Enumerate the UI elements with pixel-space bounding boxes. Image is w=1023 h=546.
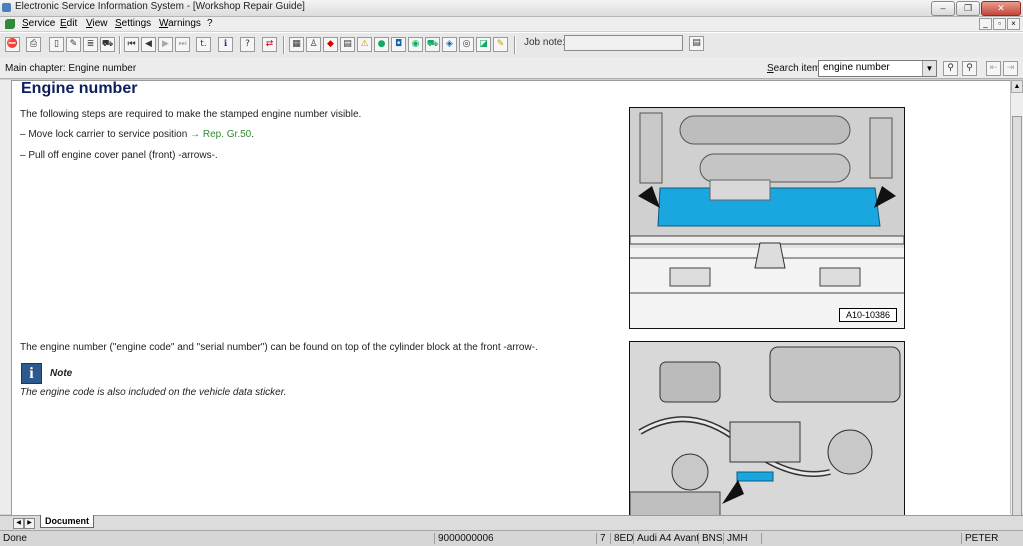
tool-icon-1[interactable]: ▦ bbox=[289, 37, 304, 52]
status-vehicle: Audi A4 Avant bbox=[633, 533, 699, 544]
tool-icon-10[interactable]: ◈ bbox=[442, 37, 457, 52]
expand-icon[interactable]: ⇥ bbox=[1003, 61, 1018, 76]
menu-edit[interactable]: Edit bbox=[60, 18, 77, 29]
left-gutter bbox=[0, 80, 11, 514]
minimize-button[interactable]: – bbox=[931, 1, 955, 16]
service-book-icon bbox=[5, 19, 15, 29]
figure-label: A10-10386 bbox=[838, 308, 897, 322]
status-gearbox-code: JMH bbox=[723, 533, 761, 544]
search-options-icon[interactable]: ⚲ bbox=[962, 61, 977, 76]
note-title: Note bbox=[50, 368, 73, 379]
previous-page-icon[interactable]: ◀ bbox=[141, 37, 156, 52]
vertical-scrollbar[interactable]: ▲ bbox=[1010, 80, 1023, 538]
search-value: engine number bbox=[823, 62, 890, 73]
intro-text: The following steps are required to make… bbox=[20, 109, 362, 120]
vehicle-icon[interactable]: ⛟ bbox=[100, 37, 115, 52]
cylinder-block-figure bbox=[629, 341, 905, 515]
tool-icon-13[interactable]: ✎ bbox=[493, 37, 508, 52]
search-combo[interactable]: engine number ▼ bbox=[818, 60, 937, 77]
tool-icon-9[interactable]: ⛟ bbox=[425, 37, 440, 52]
last-page-icon[interactable]: ⏭ bbox=[175, 37, 190, 52]
tab-prev-icon[interactable]: ▶ bbox=[24, 518, 35, 529]
scroll-up-icon[interactable]: ▲ bbox=[1011, 80, 1023, 93]
status-field-1: 7 bbox=[596, 533, 608, 544]
repair-group-link[interactable]: → Rep. Gr.50 bbox=[190, 129, 251, 140]
tab-bar: ◀ ▶ bbox=[0, 515, 1023, 530]
step-1-suffix: . bbox=[251, 129, 254, 140]
engine-number-text: The engine number ("engine code" and "se… bbox=[20, 342, 538, 353]
tool-icon-11[interactable]: ◎ bbox=[459, 37, 474, 52]
swap-icon[interactable]: ⇄ bbox=[262, 37, 277, 52]
close-button[interactable]: ✕ bbox=[981, 1, 1021, 16]
status-field-2: 8ED bbox=[610, 533, 633, 544]
edit-document-icon[interactable]: ✎ bbox=[66, 37, 81, 52]
chevron-down-icon[interactable]: ▼ bbox=[922, 61, 936, 76]
note-info-icon: i bbox=[21, 363, 42, 384]
menu-view[interactable]: View bbox=[86, 18, 108, 29]
status-number: 9000000006 bbox=[434, 533, 596, 544]
status-user: PETER bbox=[961, 533, 1023, 544]
next-page-icon[interactable]: ▶ bbox=[158, 37, 173, 52]
title-bar: Electronic Service Information System - … bbox=[0, 0, 1023, 17]
tool-icon-3[interactable]: ◆ bbox=[323, 37, 338, 52]
main-chapter-label: Main chapter: Engine number bbox=[5, 63, 137, 74]
engine-cover-illustration bbox=[630, 108, 904, 328]
status-engine-code: BNS bbox=[698, 533, 723, 544]
globe-icon[interactable]: ● bbox=[374, 37, 389, 52]
tab-first-icon[interactable]: ◀ bbox=[13, 518, 24, 529]
note-text: The engine code is also included on the … bbox=[20, 387, 287, 398]
tool-icon-8[interactable]: ◉ bbox=[408, 37, 423, 52]
tool-icon-7[interactable]: ◘ bbox=[391, 37, 406, 52]
tab-document[interactable]: Document bbox=[40, 515, 94, 528]
menu-settings[interactable]: Settings bbox=[115, 18, 151, 29]
mdi-minimize-button[interactable]: _ bbox=[979, 18, 992, 30]
back-icon[interactable]: t. bbox=[196, 37, 211, 52]
menu-warnings[interactable]: Warnings bbox=[159, 18, 201, 29]
step-1-text: – Move lock carrier to service position bbox=[20, 129, 188, 140]
toolbar: ⛔ ⎙ ▯ ✎ ≣ ⛟ ⏮ ◀ ▶ ⏭ t. ℹ ? ⇄ ▦ ♙ ◆ ▤ ⚠ ●… bbox=[0, 32, 1023, 58]
new-document-icon[interactable]: ▯ bbox=[49, 37, 64, 52]
menu-service[interactable]: Service bbox=[22, 18, 55, 29]
app-icon bbox=[2, 3, 11, 12]
first-page-icon[interactable]: ⏮ bbox=[124, 37, 139, 52]
engine-cover-figure: A10-10386 bbox=[629, 107, 905, 329]
job-note-icon[interactable]: ▤ bbox=[689, 36, 704, 51]
scroll-thumb[interactable] bbox=[1012, 116, 1022, 538]
help-icon[interactable]: ? bbox=[240, 37, 255, 52]
restore-button[interactable]: ❐ bbox=[956, 1, 980, 16]
mdi-restore-button[interactable]: ▫ bbox=[993, 18, 1006, 30]
document-content: Engine number The following steps are re… bbox=[11, 80, 1011, 515]
info-icon[interactable]: ℹ bbox=[218, 37, 233, 52]
cylinder-block-illustration bbox=[630, 346, 901, 515]
print-icon[interactable]: ⎙ bbox=[26, 37, 41, 52]
tool-icon-12[interactable]: ◪ bbox=[476, 37, 491, 52]
status-spacer bbox=[761, 533, 961, 544]
page-title: Engine number bbox=[21, 80, 138, 97]
job-note-label: Job note: bbox=[524, 37, 566, 48]
document-list-icon[interactable]: ≣ bbox=[83, 37, 98, 52]
tool-icon-2[interactable]: ♙ bbox=[306, 37, 321, 52]
menu-bar: Service Edit View Settings Warnings ? _ … bbox=[0, 17, 1023, 31]
step-2: – Pull off engine cover panel (front) -a… bbox=[20, 150, 218, 161]
mdi-close-button[interactable]: × bbox=[1007, 18, 1020, 30]
search-binoculars-icon[interactable]: ⚲ bbox=[943, 61, 958, 76]
status-bar: Done 9000000006 7 8ED Audi A4 Avant BNS … bbox=[0, 530, 1023, 546]
step-1: – Move lock carrier to service position … bbox=[20, 129, 254, 140]
window-title: Electronic Service Information System - … bbox=[15, 1, 305, 12]
collapse-icon[interactable]: ⇤ bbox=[986, 61, 1001, 76]
warning-icon[interactable]: ⚠ bbox=[357, 37, 372, 52]
menu-help[interactable]: ? bbox=[207, 18, 213, 29]
job-note-field[interactable] bbox=[564, 35, 683, 51]
status-message: Done bbox=[3, 533, 27, 544]
exit-icon[interactable]: ⛔ bbox=[5, 37, 20, 52]
tool-icon-4[interactable]: ▤ bbox=[340, 37, 355, 52]
search-label: Search item: bbox=[767, 63, 824, 74]
